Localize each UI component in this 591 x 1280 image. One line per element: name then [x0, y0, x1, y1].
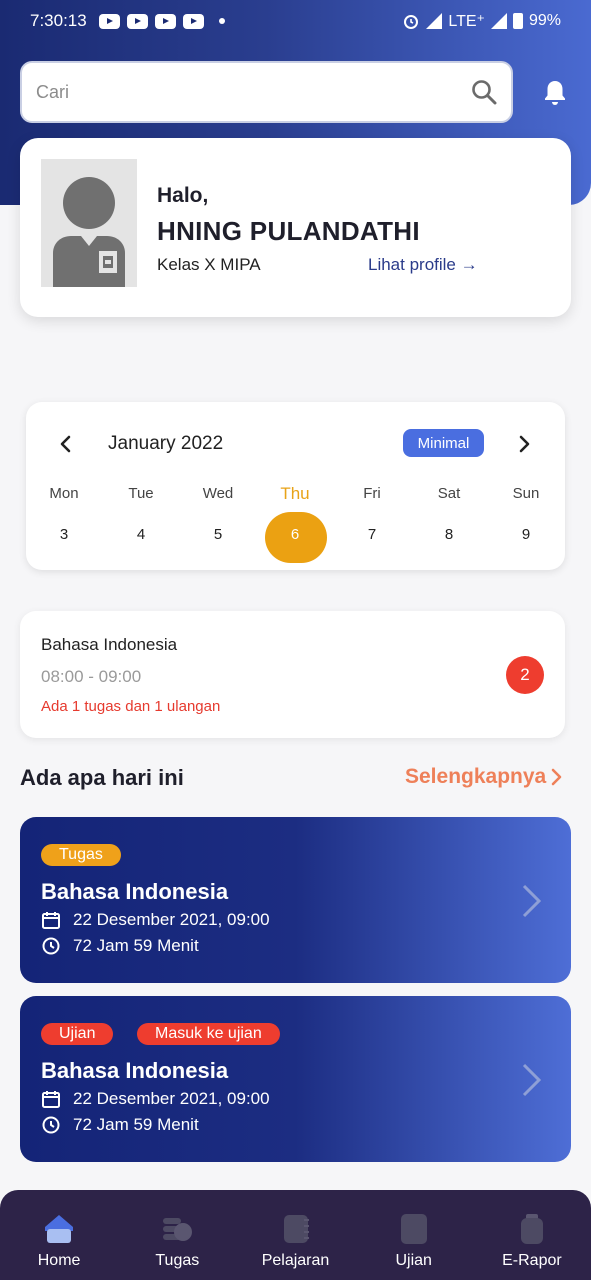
student-class: Kelas X MIPA: [157, 255, 261, 274]
task-duration-row: 72 Jam 59 Menit: [41, 936, 199, 956]
calendar-date[interactable]: 9: [491, 517, 561, 553]
calendar-date[interactable]: 6: [260, 517, 330, 553]
signal-icon: [426, 13, 443, 29]
user-silhouette-icon: [53, 177, 125, 287]
calendar-date[interactable]: 5: [183, 517, 253, 553]
see-all-label: Selengkapnya: [405, 765, 547, 788]
book-icon: [283, 1215, 309, 1243]
exam-date-row: 22 Desember 2021, 09:00: [41, 1089, 270, 1109]
schedule-note: Ada 1 tugas dan 1 ulangan: [41, 698, 221, 715]
schedule-time: 08:00 - 09:00: [41, 667, 142, 686]
search-icon[interactable]: [471, 79, 497, 105]
schedule-card[interactable]: Bahasa Indonesia 08:00 - 09:00 Ada 1 tug…: [20, 611, 565, 738]
task-date-row: 22 Desember 2021, 09:00: [41, 910, 270, 930]
view-profile-label: Lihat profile: [368, 255, 456, 274]
exam-title: Bahasa Indonesia: [41, 1058, 229, 1083]
status-time: 7:30:13: [30, 11, 87, 30]
tag-tugas: Tugas: [41, 844, 121, 866]
youtube-notification-icon: [98, 13, 120, 29]
more-notifications-icon: [218, 18, 225, 24]
exam-date: 22 Desember 2021, 09:00: [73, 1089, 270, 1108]
weekday-label: Mon: [49, 485, 79, 502]
task-card[interactable]: Tugas Bahasa Indonesia 22 Desember 2021,…: [20, 817, 571, 983]
status-bar: 7:30:13 LTE⁺ 99%: [0, 0, 591, 42]
arrow-right-icon: →: [460, 255, 478, 274]
enter-exam-button[interactable]: Masuk ke ujian: [137, 1023, 280, 1045]
search-input[interactable]: [36, 81, 471, 103]
exam-duration: 72 Jam 59 Menit: [73, 1115, 199, 1134]
home-icon: [45, 1215, 74, 1243]
nav-home-label: Home: [37, 1252, 81, 1269]
calendar-date[interactable]: 8: [414, 517, 484, 553]
chevron-right-icon[interactable]: [512, 432, 536, 456]
weekday-label: Tue: [128, 485, 154, 502]
weekday-label: Sun: [512, 485, 540, 502]
task-duration: 72 Jam 59 Menit: [73, 936, 199, 955]
week-calendar: January 2022 Minimal Mon 3 Tue 4 Wed 5 Thu 6 Fri…: [26, 402, 565, 570]
weekday-label: Fri: [363, 485, 381, 502]
weekday-label: Sat: [437, 485, 461, 502]
nav-erapor[interactable]: E-Rapor: [473, 1190, 591, 1280]
nav-home[interactable]: Home: [0, 1190, 118, 1280]
student-name: HNING PULANDATHI: [157, 216, 420, 246]
chevron-right-icon: [551, 768, 562, 786]
nav-tugas-label: Tugas: [155, 1252, 200, 1269]
youtube-notification-icon: [126, 13, 148, 29]
search-bar: [20, 61, 513, 123]
calendar-month: January 2022: [108, 433, 224, 454]
signal-icon: [490, 13, 507, 29]
clock-icon: [42, 937, 60, 955]
exam-card[interactable]: Ujian Masuk ke ujian Bahasa Indonesia 22…: [20, 996, 571, 1162]
calendar-date[interactable]: 3: [29, 517, 99, 553]
profile-card: Halo, HNING PULANDATHI Kelas X MIPA Liha…: [20, 138, 571, 317]
nav-ujian[interactable]: Ujian: [355, 1190, 473, 1280]
bottom-navigation: Home Tugas Pelajaran Ujian E-Rapor: [0, 1190, 591, 1280]
tasks-icon: [163, 1218, 193, 1241]
battery-level: 99%: [528, 12, 561, 29]
network-type: LTE⁺: [448, 13, 485, 30]
calendar-view-toggle[interactable]: Minimal: [403, 429, 484, 457]
section-title: Ada apa hari ini: [20, 765, 184, 790]
task-date: 22 Desember 2021, 09:00: [73, 910, 270, 929]
alarm-icon: [404, 15, 419, 29]
greeting: Halo,: [157, 184, 209, 207]
chevron-right-icon: [522, 884, 542, 918]
see-all-link[interactable]: Selengkapnya: [405, 765, 564, 789]
weekday-label: Wed: [202, 485, 234, 502]
calendar-icon: [42, 1091, 60, 1108]
calendar-icon: [42, 912, 60, 929]
clock-icon: [42, 1116, 60, 1134]
chevron-left-icon[interactable]: [54, 432, 78, 456]
task-title: Bahasa Indonesia: [41, 879, 229, 904]
exam-duration-row: 72 Jam 59 Menit: [41, 1115, 199, 1135]
bell-icon[interactable]: [540, 78, 570, 108]
chevron-right-icon: [522, 1063, 542, 1097]
nav-erapor-label: E-Rapor: [502, 1252, 562, 1269]
nav-pelajaran-label: Pelajaran: [261, 1252, 330, 1269]
report-icon: [520, 1214, 543, 1244]
count-badge: 2: [506, 656, 544, 694]
avatar: [41, 159, 137, 287]
exam-icon: [400, 1214, 427, 1244]
youtube-notification-icon: [182, 13, 204, 29]
calendar-date[interactable]: 4: [106, 517, 176, 553]
nav-pelajaran[interactable]: Pelajaran: [236, 1190, 354, 1280]
battery-icon: [512, 13, 523, 29]
weekday-label: Thu: [280, 484, 310, 503]
view-profile-link[interactable]: Lihat profile →: [368, 255, 478, 275]
nav-tugas[interactable]: Tugas: [118, 1190, 236, 1280]
tag-ujian: Ujian: [41, 1023, 114, 1045]
nav-ujian-label: Ujian: [395, 1252, 432, 1269]
schedule-subject: Bahasa Indonesia: [41, 635, 178, 654]
youtube-notification-icon: [154, 13, 176, 29]
calendar-date[interactable]: 7: [337, 517, 407, 553]
